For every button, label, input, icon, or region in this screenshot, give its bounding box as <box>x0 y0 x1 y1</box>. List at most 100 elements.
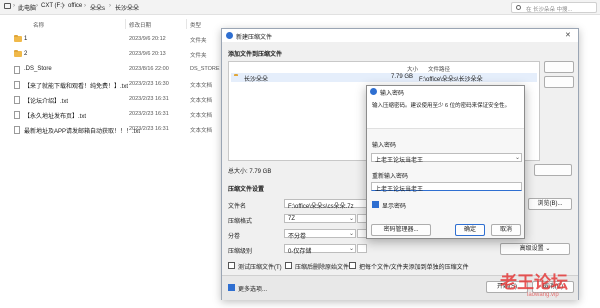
file-row[interactable]: .DS_Store 2023/8/16 22:00 DS_STORE <box>0 65 220 75</box>
reenter-password-value: 上老王论坛当老王 <box>375 187 424 193</box>
chevron-right-icon: › <box>109 3 111 9</box>
column-header-name[interactable]: 名称 <box>33 21 44 29</box>
file-date: 2023/2/23 16:31 <box>129 96 169 102</box>
split-select[interactable]: 不分卷 ⌄ <box>284 229 356 240</box>
list-item-size: 7.79 GB <box>391 74 414 80</box>
column-divider[interactable] <box>186 19 187 29</box>
chevron-down-icon: ⌄ <box>515 155 521 161</box>
more-options-checkbox[interactable] <box>228 284 235 291</box>
list-header-path[interactable]: 文件路径 <box>428 65 450 73</box>
file-date: 2023/8/16 22:00 <box>129 66 169 72</box>
chevron-down-icon: ⌄ <box>349 216 355 222</box>
show-password-label: 显示密码 <box>382 204 407 210</box>
browse-button[interactable]: 浏览(B)... <box>528 198 572 210</box>
option-label: 压缩后删除原始文件 <box>295 265 350 271</box>
text-file-icon <box>14 96 20 104</box>
format-select[interactable]: 7Z ⌄ <box>284 214 356 223</box>
side-button[interactable] <box>544 76 574 88</box>
split-value: 不分卷 <box>288 234 307 240</box>
breadcrumb-item[interactable]: 此电脑 <box>18 3 36 12</box>
password-manager-button[interactable]: 密码管理器... <box>371 224 431 236</box>
file-name: 【永久地址发布页】.txt <box>24 114 87 120</box>
total-size: 总大小: 7.79 GB <box>228 169 272 175</box>
file-name: .DS_Store <box>24 66 52 72</box>
file-name: 【论坛介绍】.txt <box>24 99 69 105</box>
file-type: 文本文档 <box>190 83 213 89</box>
text-file-icon <box>14 126 20 134</box>
file-date: 2023/9/6 20:12 <box>129 36 166 42</box>
settings-section-title: 压缩文件设置 <box>228 187 265 193</box>
dialog-title: 新建压缩文件 <box>236 35 273 41</box>
text-file-icon <box>14 111 20 119</box>
file-row[interactable]: 最新地址及APP请发邮箱自动获取！！！.txt 2023/2/23 16:31 … <box>0 125 220 135</box>
file-type: 文本文档 <box>190 128 213 134</box>
file-row[interactable]: 1 2023/9/6 20:12 文件夹 <box>0 34 220 45</box>
show-password-checkbox[interactable] <box>372 201 379 208</box>
password-dialog: 输入密码 输入压缩密码。建议使用至少 6 位的密码来保证安全性。 输入密码 上老… <box>366 85 525 239</box>
watermark-url: laowang.vip <box>527 292 559 298</box>
chevron-down-icon: ⌄ <box>349 246 355 252</box>
checkbox[interactable] <box>285 262 292 269</box>
list-item[interactable]: 长沙朵朵 7.79 GB F:\office\朵朵s\长沙朵朵 <box>231 73 537 83</box>
chevron-down-icon: ⌄ <box>349 231 355 237</box>
pc-icon <box>4 3 11 9</box>
option-label: 测试压缩文件(T) <box>238 265 282 271</box>
filename-label: 文件名 <box>228 204 247 210</box>
filename-value: F:\office\朵朵s\cs朵朵.7z <box>288 204 354 210</box>
search-icon <box>516 5 521 10</box>
list-header-size[interactable]: 大小 <box>407 65 418 73</box>
file-icon <box>14 66 20 74</box>
app-icon <box>370 88 377 95</box>
checkbox[interactable] <box>228 262 235 269</box>
breadcrumb-item[interactable]: office <box>68 3 82 9</box>
password-title: 输入密码 <box>380 91 405 97</box>
format-value: 7Z <box>288 216 296 222</box>
column-header-type[interactable]: 类型 <box>190 21 201 29</box>
password-cancel-button[interactable]: 取消 <box>491 224 521 236</box>
search-input[interactable]: 在 长沙朵朵 中搜... <box>511 2 597 13</box>
reenter-password-input[interactable]: 上老王论坛当老王 <box>371 182 522 193</box>
close-icon[interactable]: ✕ <box>565 31 571 39</box>
file-name: 【来了就能下载和观看！纯免费！】.txt <box>24 84 129 90</box>
dialog-title-bar[interactable]: 新建压缩文件 ✕ <box>222 29 578 42</box>
side-button[interactable] <box>534 164 572 176</box>
app-icon <box>226 32 233 39</box>
chevron-down-icon: ⌄ <box>545 246 551 252</box>
file-name: 最新地址及APP请发邮箱自动获取！！！.txt <box>24 129 141 135</box>
folder-icon <box>14 49 22 57</box>
search-placeholder: 在 长沙朵朵 中搜... <box>526 7 573 13</box>
file-type: 文件夹 <box>190 53 207 59</box>
enter-password-label: 输入密码 <box>372 143 397 149</box>
column-divider[interactable] <box>125 19 126 29</box>
advanced-settings-button[interactable]: 高级设置 ⌄ <box>500 243 570 255</box>
file-type: DS_STORE <box>190 66 220 72</box>
enter-password-input[interactable]: 上老王论坛当老王 ⌄ <box>371 153 522 164</box>
breadcrumb-item[interactable]: 长沙朵朵 <box>115 3 139 12</box>
select-overflow[interactable] <box>357 244 367 253</box>
explorer-address-bar: › 此电脑 › CXT (F:) › office › 朵朵s › 长沙朵朵 在… <box>0 0 600 15</box>
level-select[interactable]: 0-仅存储 ⌄ <box>284 244 356 255</box>
file-row[interactable]: 【论坛介绍】.txt 2023/2/23 16:31 文本文档 <box>0 95 220 105</box>
side-button[interactable] <box>544 61 574 73</box>
file-type: 文本文档 <box>190 113 213 119</box>
file-row[interactable]: 【来了就能下载和观看！纯免费！】.txt 2023/2/23 16:30 文本文… <box>0 80 220 90</box>
file-row[interactable]: 2 2023/9/6 20:13 文件夹 <box>0 49 220 60</box>
file-date: 2023/9/6 20:13 <box>129 51 166 57</box>
checkbox[interactable] <box>349 262 356 269</box>
list-side-buttons <box>544 61 574 161</box>
file-name: 2 <box>24 51 28 57</box>
advanced-settings-label: 高级设置 <box>519 246 544 252</box>
ok-button[interactable]: 确定 <box>455 224 485 236</box>
breadcrumb-item[interactable]: CXT (F:) <box>41 3 64 9</box>
file-row[interactable]: 【永久地址发布页】.txt 2023/2/23 16:31 文本文档 <box>0 110 220 120</box>
format-label: 压缩格式 <box>228 219 253 225</box>
chevron-right-icon: › <box>63 3 65 9</box>
chevron-right-icon: › <box>84 3 86 9</box>
level-value: 0-仅存储 <box>288 249 312 255</box>
list-item-path: F:\office\朵朵s\长沙朵朵 <box>419 77 483 83</box>
password-title-bar[interactable]: 输入密码 <box>367 86 524 97</box>
breadcrumb-item[interactable]: 朵朵s <box>90 3 105 12</box>
column-header-date[interactable]: 修改日期 <box>129 21 151 29</box>
more-options-label[interactable]: 更多选项... <box>238 284 267 293</box>
password-hint: 输入压缩密码。建议使用至少 6 位的密码来保证安全性。 <box>372 103 511 109</box>
